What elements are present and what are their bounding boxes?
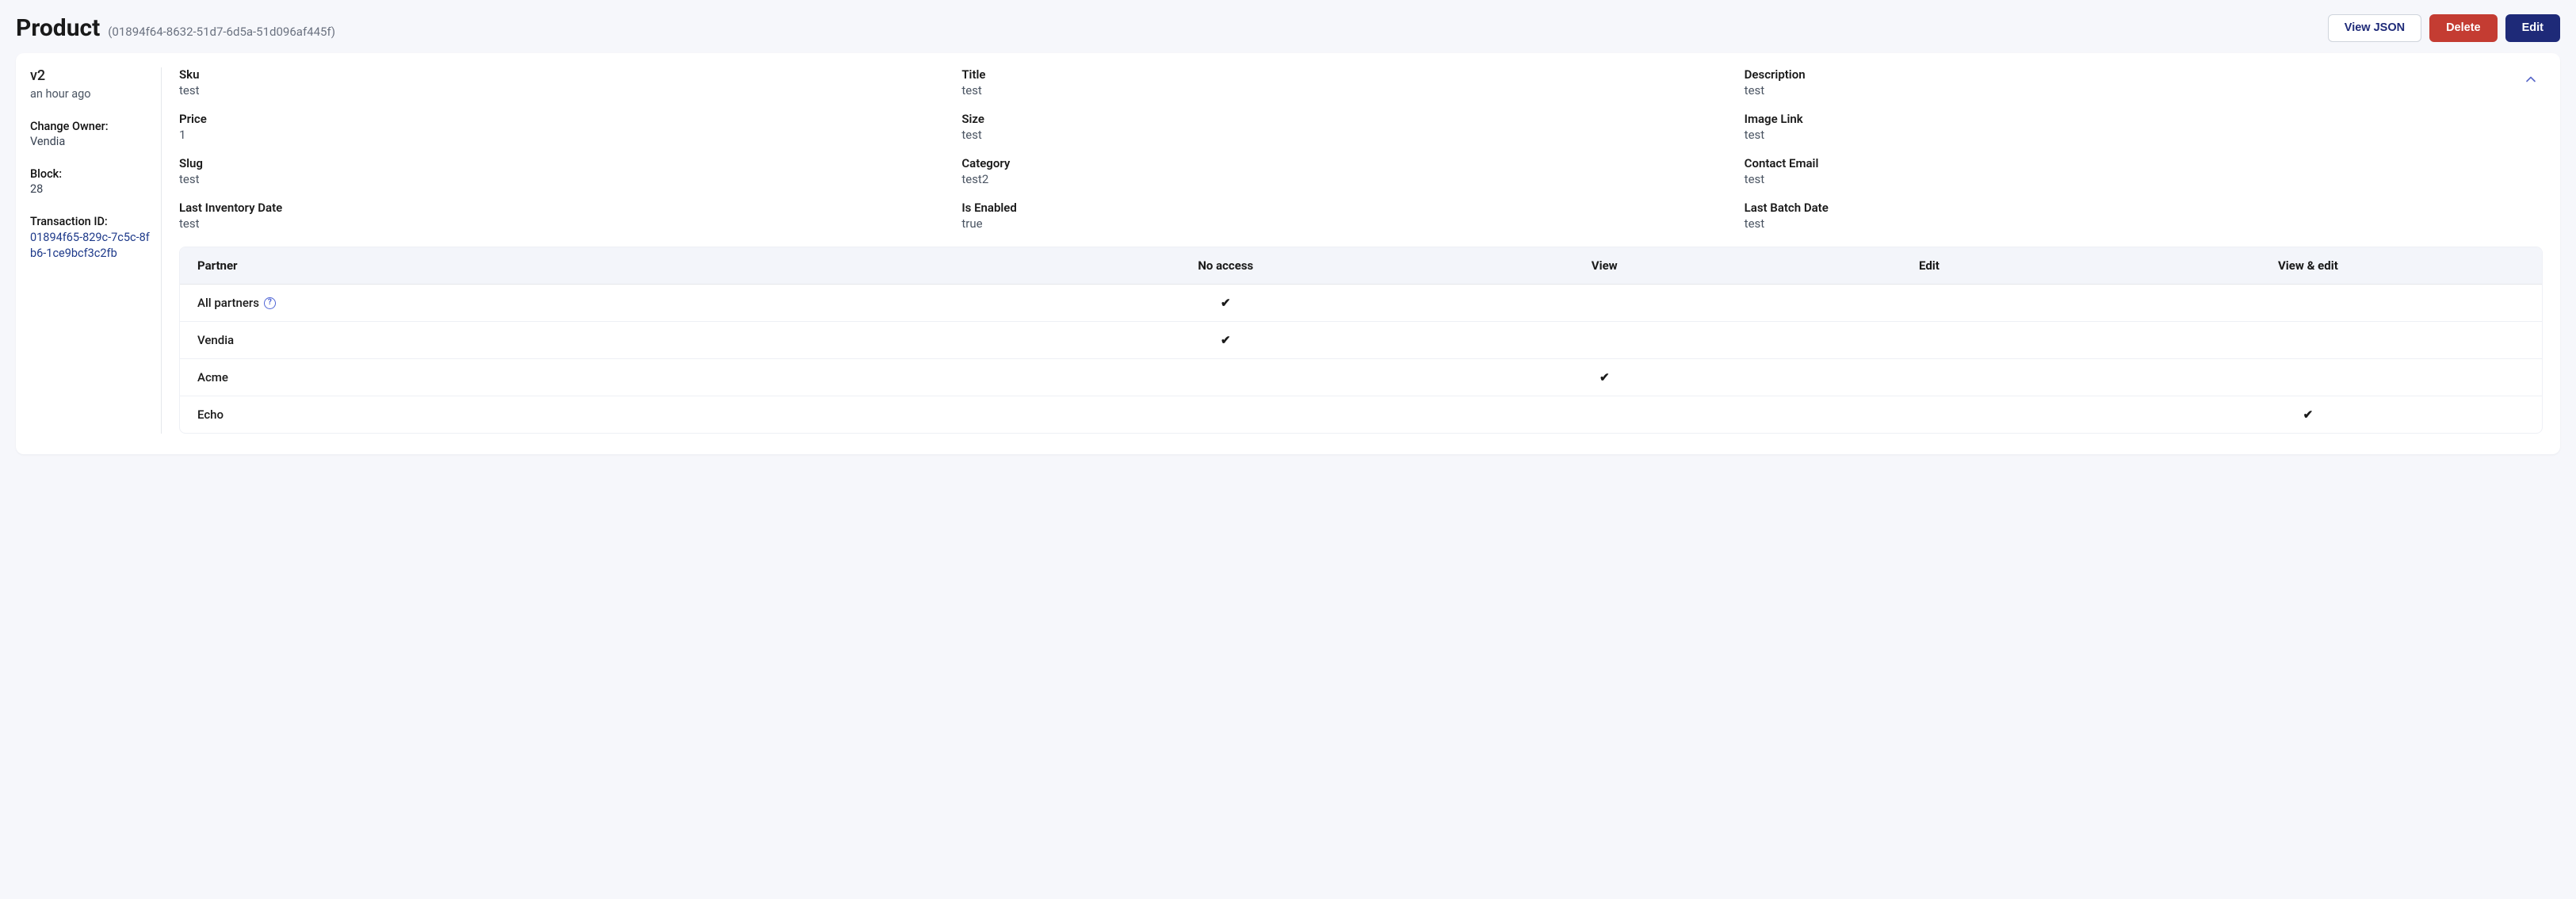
- transaction-id-link[interactable]: 01894f65-829c-7c5c-8fb6-1ce9bcf3c2fb: [30, 230, 153, 261]
- entity-id: (01894f64-8632-51d7-6d5a-51d096af445f): [108, 25, 335, 39]
- table-row: All partners ? ✔: [180, 285, 2542, 322]
- delete-button[interactable]: Delete: [2429, 14, 2498, 42]
- field-label: Sku: [179, 67, 930, 82]
- cell-view: ✔: [1442, 370, 1767, 384]
- field-value: test: [961, 128, 1712, 142]
- field-label: Last Inventory Date: [179, 201, 930, 215]
- collapse-toggle[interactable]: [2521, 69, 2541, 90]
- partner-cell: Echo: [197, 407, 1009, 422]
- partner-name: Echo: [197, 407, 224, 422]
- cell-view-edit: ✔: [2092, 407, 2524, 422]
- col-edit: Edit: [1767, 258, 2092, 273]
- field-price: Price 1: [179, 112, 930, 142]
- permissions-header-row: Partner No access View Edit View & edit: [180, 247, 2542, 285]
- col-no-access: No access: [1009, 258, 1442, 273]
- version-label: v2: [30, 67, 153, 84]
- field-value: test: [961, 83, 1712, 98]
- col-view: View: [1442, 258, 1767, 273]
- table-row: Vendia ✔: [180, 322, 2542, 359]
- field-label: Is Enabled: [961, 201, 1712, 215]
- field-contact-email: Contact Email test: [1745, 156, 2495, 186]
- block-value: 28: [30, 182, 153, 196]
- col-partner: Partner: [197, 258, 1009, 273]
- info-icon[interactable]: ?: [264, 297, 276, 309]
- field-value: test: [1745, 128, 2495, 142]
- field-label: Price: [179, 112, 930, 126]
- partner-cell: Vendia: [197, 333, 1009, 347]
- field-sku: Sku test: [179, 67, 930, 98]
- field-value: test: [179, 83, 930, 98]
- partner-cell: Acme: [197, 370, 1009, 384]
- field-label: Category: [961, 156, 1712, 170]
- field-slug: Slug test: [179, 156, 930, 186]
- field-label: Title: [961, 67, 1712, 82]
- field-size: Size test: [961, 112, 1712, 142]
- change-owner-value: Vendia: [30, 135, 153, 148]
- field-label: Slug: [179, 156, 930, 170]
- page-title-wrap: Product (01894f64-8632-51d7-6d5a-51d096a…: [16, 14, 335, 42]
- table-row: Echo ✔: [180, 396, 2542, 433]
- col-view-edit: View & edit: [2092, 258, 2524, 273]
- header-actions: View JSON Delete Edit: [2328, 14, 2560, 42]
- edit-button[interactable]: Edit: [2505, 14, 2560, 42]
- transaction-id-label: Transaction ID:: [30, 215, 153, 228]
- field-label: Size: [961, 112, 1712, 126]
- partner-cell: All partners ?: [197, 296, 1009, 310]
- page-header: Product (01894f64-8632-51d7-6d5a-51d096a…: [16, 10, 2560, 53]
- version-time: an hour ago: [30, 87, 153, 101]
- change-owner-label: Change Owner:: [30, 120, 153, 133]
- field-last-inventory-date: Last Inventory Date test: [179, 201, 930, 231]
- meta-column: v2 an hour ago Change Owner: Vendia Bloc…: [27, 67, 162, 434]
- chevron-up-icon: [2523, 71, 2539, 87]
- field-value: 1: [179, 128, 930, 142]
- field-label: Last Batch Date: [1745, 201, 2495, 215]
- field-label: Description: [1745, 67, 2495, 82]
- cell-no-access: ✔: [1009, 296, 1442, 310]
- permissions-table: Partner No access View Edit View & edit …: [179, 247, 2543, 434]
- partner-name: All partners: [197, 296, 259, 310]
- field-last-batch-date: Last Batch Date test: [1745, 201, 2495, 231]
- field-description: Description test: [1745, 67, 2495, 98]
- field-category: Category test2: [961, 156, 1712, 186]
- field-title: Title test: [961, 67, 1712, 98]
- page-title: Product: [16, 14, 100, 42]
- partner-name: Vendia: [197, 333, 234, 347]
- content-column: Sku test Title test Description test Pri…: [162, 67, 2543, 434]
- detail-card: v2 an hour ago Change Owner: Vendia Bloc…: [16, 53, 2560, 454]
- field-value: true: [961, 216, 1712, 231]
- field-label: Image Link: [1745, 112, 2495, 126]
- field-value: test: [1745, 83, 2495, 98]
- field-value: test: [1745, 172, 2495, 186]
- field-value: test2: [961, 172, 1712, 186]
- table-row: Acme ✔: [180, 359, 2542, 396]
- field-image-link: Image Link test: [1745, 112, 2495, 142]
- partner-name: Acme: [197, 370, 228, 384]
- view-json-button[interactable]: View JSON: [2328, 14, 2421, 42]
- fields-grid: Sku test Title test Description test Pri…: [179, 67, 2543, 231]
- field-value: test: [1745, 216, 2495, 231]
- field-value: test: [179, 172, 930, 186]
- cell-no-access: ✔: [1009, 333, 1442, 347]
- block-label: Block:: [30, 167, 153, 181]
- field-is-enabled: Is Enabled true: [961, 201, 1712, 231]
- field-value: test: [179, 216, 930, 231]
- field-label: Contact Email: [1745, 156, 2495, 170]
